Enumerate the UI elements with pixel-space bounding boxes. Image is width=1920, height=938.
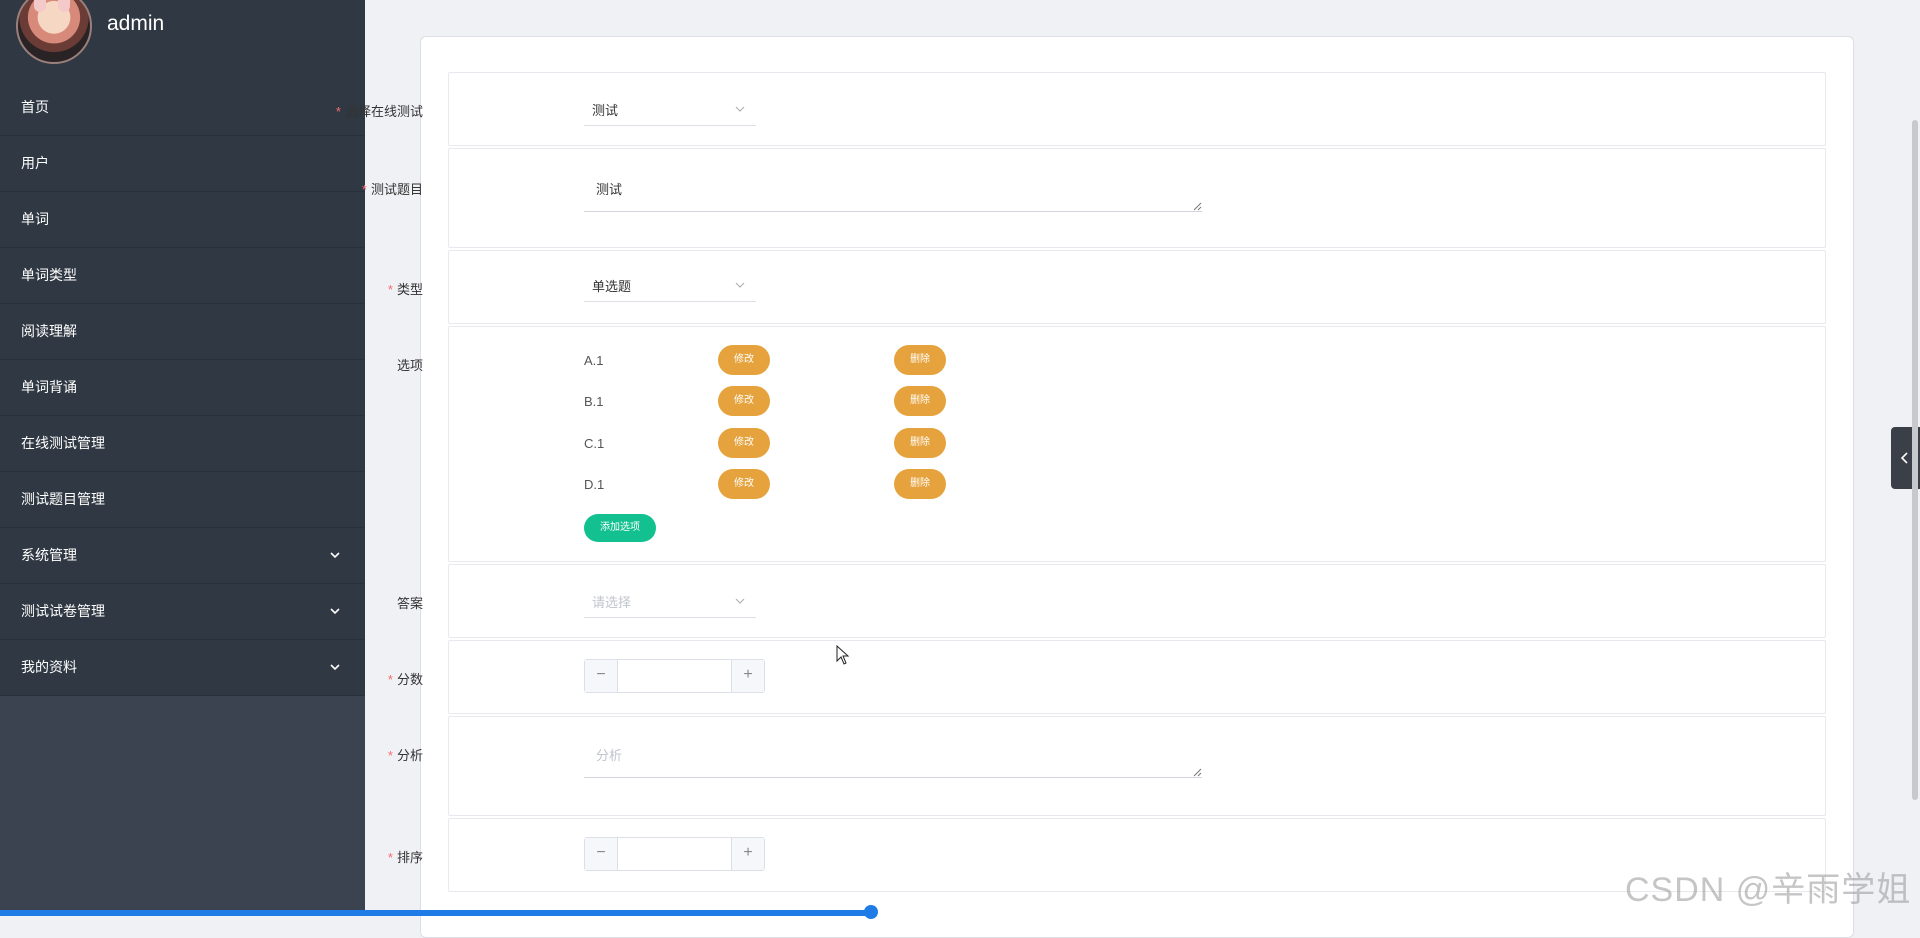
option-delete-button[interactable]: 删除 [894, 469, 946, 499]
form-row-analysis: * 分析 分析 [388, 716, 1826, 816]
sidebar-item-label: 在线测试管理 [21, 435, 105, 451]
chevron-down-icon [735, 598, 745, 604]
watermark: CSDN @辛雨学姐 [1625, 871, 1912, 909]
avatar[interactable] [16, 0, 92, 64]
form-row-answer: 答案 请选择 [397, 564, 1826, 638]
chevron-down-icon [735, 106, 745, 112]
answer-placeholder: 请选择 [592, 595, 632, 610]
minus-icon[interactable]: − [585, 660, 618, 692]
chevron-down-icon [329, 528, 343, 583]
form-row-online-test: * 选择在线测试 测试 [336, 72, 1826, 146]
form-row-sort: * 排序 − + [388, 818, 1826, 892]
add-option-button[interactable]: 添加选项 [584, 514, 656, 542]
option-text: A.1 [584, 353, 604, 368]
form-row-options: 选项 A.1 修改 删除 B.1 修改 删除 C.1 修改 删除 D.1 修改 … [397, 326, 1826, 562]
plus-icon[interactable]: + [731, 660, 764, 692]
sidebar-item-label: 用户 [21, 155, 49, 171]
scrollbar[interactable] [1912, 120, 1918, 800]
score-stepper[interactable]: − + [584, 659, 765, 693]
chevron-down-icon [329, 640, 343, 695]
question-value: 测试 [596, 182, 623, 197]
sidebar-item-label: 测试试卷管理 [21, 603, 105, 619]
type-value: 单选题 [592, 279, 632, 294]
resize-handle-icon[interactable] [1192, 201, 1202, 211]
analysis-textarea[interactable]: 分析 [584, 733, 1202, 778]
option-edit-button[interactable]: 修改 [718, 386, 770, 416]
type-label: * 类型 [387, 282, 423, 297]
sidebar-item-label: 单词背诵 [21, 379, 77, 395]
sidebar-item-label: 阅读理解 [21, 323, 77, 339]
option-edit-button[interactable]: 修改 [718, 428, 770, 458]
question-textarea[interactable]: 测试 [584, 167, 1202, 212]
sidebar-item-online-test[interactable]: 在线测试管理 [0, 416, 365, 472]
option-edit-button[interactable]: 修改 [718, 345, 770, 375]
sidebar-item-questions[interactable]: 测试题目管理 [0, 472, 365, 528]
option-delete-button[interactable]: 删除 [894, 428, 946, 458]
type-select[interactable]: 单选题 [584, 269, 756, 302]
user-panel: admin [0, 0, 365, 80]
score-label: * 分数 [387, 672, 423, 687]
sidebar-item-users[interactable]: 用户 [0, 136, 365, 192]
sidebar-item-system[interactable]: 系统管理 [0, 528, 365, 584]
resize-handle-icon[interactable] [1192, 767, 1202, 777]
online-test-label: * 选择在线测试 [335, 104, 423, 119]
sidebar-menu: 首页 用户 单词 单词类型 阅读理解 单词背诵 在线测试管理 测试题目管理 系统… [0, 80, 365, 696]
option-text: B.1 [584, 394, 604, 409]
option-delete-button[interactable]: 删除 [894, 386, 946, 416]
sidebar-item-word-types[interactable]: 单词类型 [0, 248, 365, 304]
answer-select[interactable]: 请选择 [584, 585, 756, 618]
sidebar-item-profile[interactable]: 我的资料 [0, 640, 365, 696]
sidebar-item-label: 系统管理 [21, 547, 77, 563]
sidebar-item-label: 首页 [21, 99, 49, 115]
username: admin [107, 12, 165, 35]
sidebar-item-papers[interactable]: 测试试卷管理 [0, 584, 365, 640]
sidebar-item-label: 测试题目管理 [21, 491, 105, 507]
sidebar-item-recite[interactable]: 单词背诵 [0, 360, 365, 416]
mouse-cursor-icon [836, 645, 850, 665]
online-test-select[interactable]: 测试 [584, 93, 756, 126]
question-label: * 测试题目 [361, 182, 423, 197]
option-delete-button[interactable]: 删除 [894, 345, 946, 375]
chevron-left-icon [1900, 452, 1908, 464]
form-row-score: * 分数 − + [388, 640, 1826, 714]
sidebar-item-label: 单词类型 [21, 267, 77, 283]
form-row-type: * 类型 单选题 [388, 250, 1826, 324]
sidebar-item-reading[interactable]: 阅读理解 [0, 304, 365, 360]
option-edit-button[interactable]: 修改 [718, 469, 770, 499]
options-label: 选项 [396, 358, 423, 373]
analysis-placeholder: 分析 [596, 748, 623, 763]
sidebar: admin 首页 用户 单词 单词类型 阅读理解 单词背诵 在线测试管理 测试题… [0, 0, 365, 916]
sort-label: * 排序 [387, 850, 423, 865]
sidebar-item-label: 单词 [21, 211, 49, 227]
bottom-progress-bar [0, 910, 870, 916]
sort-stepper[interactable]: − + [584, 837, 765, 871]
plus-icon[interactable]: + [731, 838, 764, 870]
form-row-question: * 测试题目 测试 [362, 148, 1826, 248]
progress-handle[interactable] [864, 905, 878, 919]
sidebar-item-words[interactable]: 单词 [0, 192, 365, 248]
online-test-value: 测试 [592, 103, 619, 118]
chevron-down-icon [735, 282, 745, 288]
answer-label: 答案 [396, 596, 423, 611]
option-text: C.1 [584, 436, 605, 451]
analysis-label: * 分析 [387, 748, 423, 763]
minus-icon[interactable]: − [585, 838, 618, 870]
option-text: D.1 [584, 477, 605, 492]
sidebar-item-home[interactable]: 首页 [0, 80, 365, 136]
sidebar-item-label: 我的资料 [21, 659, 77, 675]
chevron-down-icon [329, 584, 343, 639]
